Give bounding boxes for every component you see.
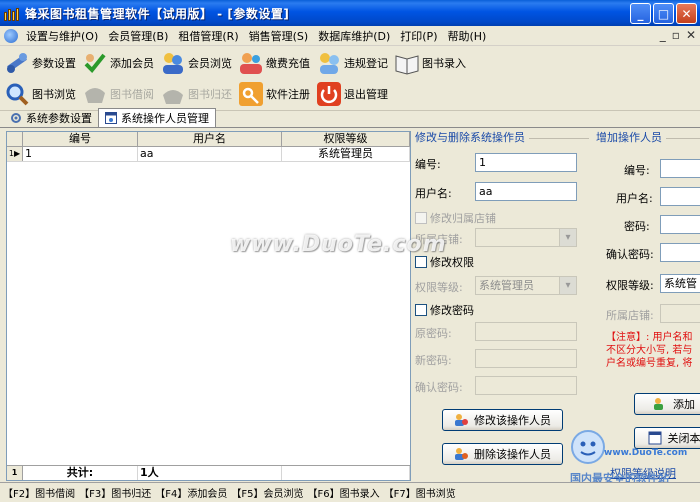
status-shortcut-f3: 【F3】图书归还 (79, 489, 152, 500)
key-icon (238, 81, 264, 107)
add-member-icon (82, 50, 108, 76)
add-store-select[interactable] (660, 304, 700, 323)
add-id-field[interactable] (660, 159, 700, 178)
cell-level[interactable]: 系统管理员 (282, 147, 410, 161)
edit-panel-title: 修改与删除系统操作员 (415, 131, 587, 145)
tool-register-software[interactable]: 软件注册 (238, 79, 310, 109)
close-button[interactable]: ✕ (676, 3, 697, 24)
grid-header: 编号 用户名 权限等级 (7, 132, 410, 147)
table-row[interactable]: 1▶ 1 aa 系统管理员 (7, 147, 410, 162)
row-indicator: 1▶ (7, 147, 23, 161)
modify-permission-checkbox[interactable] (415, 256, 427, 268)
tab-system-parameters[interactable]: 系统参数设置 (4, 108, 98, 127)
modify-operator-button[interactable]: 修改该操作人员 (442, 409, 563, 431)
tool-violation[interactable]: 违规登记 (316, 48, 388, 78)
main-toolbar: 参数设置 添加会员 会员浏览 缴费充值 违规登记 图书录入 (0, 46, 700, 79)
app-books-icon (4, 5, 20, 21)
cell-id[interactable]: 1 (23, 147, 138, 161)
menu-rental[interactable]: 租借管理(R) (173, 28, 243, 44)
title-bar[interactable]: 锋采图书租售管理软件【试用版】 - [参数设置] _ □ ✕ (0, 0, 700, 26)
site-url-small: www.DuoTe.com (604, 448, 688, 458)
members-icon (160, 50, 186, 76)
menu-database[interactable]: 数据库维护(D) (313, 28, 395, 44)
mdi-restore-button[interactable]: ▫ (672, 28, 680, 42)
col-level[interactable]: 权限等级 (282, 132, 410, 146)
edit-user-icon (455, 414, 468, 426)
site-watermark: www.DuoTe.com (230, 232, 447, 257)
tool-browse-members[interactable]: 会员浏览 (160, 48, 232, 78)
edit-store-select[interactable] (475, 228, 577, 247)
status-bar: 【F2】图书借阅 【F3】图书归还 【F4】添加会员 【F5】会员浏览 【F6】… (0, 482, 700, 502)
mdi-close-button[interactable]: ✕ (686, 28, 696, 42)
confirm-password-field[interactable] (475, 376, 577, 395)
col-username[interactable]: 用户名 (138, 132, 282, 146)
add-confirm-password-field[interactable] (660, 243, 700, 262)
recharge-icon (238, 50, 264, 76)
minimize-button[interactable]: _ (630, 3, 651, 24)
window-title: 锋采图书租售管理软件【试用版】 - [参数设置] (25, 6, 290, 21)
cell-username[interactable]: aa (138, 147, 282, 161)
menu-help[interactable]: 帮助(H) (442, 28, 491, 44)
tool-return-books[interactable]: 图书归还 (160, 79, 232, 109)
notice-text: 【注意】: 用户名和 不区分大小写, 若与 户名或编号重复, 将 (606, 332, 693, 369)
modify-password-checkbox[interactable] (415, 304, 427, 316)
tool-recharge[interactable]: 缴费充值 (238, 48, 310, 78)
tool-borrow-books[interactable]: 图书借阅 (82, 79, 154, 109)
delete-user-icon (455, 448, 468, 460)
operator-window-icon (105, 112, 117, 124)
grid-footer: 1 共计: 1人 (7, 465, 410, 480)
edit-id-field[interactable]: 1 (475, 153, 577, 172)
mdi-window-icon[interactable] (4, 28, 18, 43)
book-entry-icon (394, 50, 420, 76)
footer-total-label: 共计: (23, 466, 138, 480)
old-password-field[interactable] (475, 322, 577, 341)
operator-grid[interactable]: 编号 用户名 权限等级 1▶ 1 aa 系统管理员 1 共计: 1人 (6, 131, 411, 481)
tool-book-entry[interactable]: 图书录入 (394, 48, 466, 78)
return-icon (160, 81, 186, 107)
status-shortcut-f2: 【F2】图书借阅 (3, 489, 76, 500)
tool-browse-books[interactable]: 图书浏览 (4, 79, 76, 109)
add-level-select[interactable]: 系统管 (660, 274, 700, 293)
maximize-button[interactable]: □ (653, 3, 674, 24)
borrow-icon (82, 81, 108, 107)
magnifier-icon (4, 81, 30, 107)
power-icon (316, 81, 342, 107)
tool-exit[interactable]: 退出管理 (316, 79, 388, 109)
tab-operator-management[interactable]: 系统操作人员管理 (98, 108, 216, 127)
col-id[interactable]: 编号 (23, 132, 138, 146)
violation-icon (316, 50, 342, 76)
add-password-field[interactable] (660, 215, 700, 234)
footer-total-count: 1人 (138, 466, 282, 480)
menu-members[interactable]: 会员管理(B) (103, 28, 173, 44)
menu-bar: 设置与维护(O) 会员管理(B) 租借管理(R) 销售管理(S) 数据库维护(D… (0, 26, 700, 46)
wrench-settings-icon (4, 50, 30, 76)
menu-print[interactable]: 打印(P) (395, 28, 442, 44)
menu-sales[interactable]: 销售管理(S) (244, 28, 314, 44)
menu-settings[interactable]: 设置与维护(O) (21, 28, 103, 44)
gear-icon (11, 112, 21, 123)
modify-store-checkbox[interactable] (415, 212, 427, 224)
edit-operator-panel: 修改与删除系统操作员 编号: 1 用户名: aa 修改归属店铺 所属店铺: 修改… (415, 131, 587, 481)
status-shortcut-f7: 【F7】图书浏览 (383, 489, 456, 500)
new-password-field[interactable] (475, 349, 577, 368)
tool-add-member[interactable]: 添加会员 (82, 48, 154, 78)
status-shortcut-f5: 【F5】会员浏览 (231, 489, 304, 500)
mdi-minimize-button[interactable]: _ (660, 28, 666, 42)
tool-parameter-settings[interactable]: 参数设置 (4, 48, 76, 78)
add-user-icon (654, 398, 663, 410)
delete-operator-button[interactable]: 删除该操作人员 (442, 443, 563, 465)
status-shortcut-f4: 【F4】添加会员 (155, 489, 228, 500)
tab-strip: 系统参数设置 系统操作人员管理 (0, 107, 700, 127)
add-operator-button[interactable]: 添加 (634, 393, 700, 415)
add-panel-title: 增加操作人员 (596, 131, 700, 145)
edit-username-field[interactable]: aa (475, 182, 577, 201)
edit-permission-select[interactable]: 系统管理员 (475, 276, 577, 295)
status-shortcut-f6: 【F6】图书录入 (307, 489, 380, 500)
add-username-field[interactable] (660, 187, 700, 206)
